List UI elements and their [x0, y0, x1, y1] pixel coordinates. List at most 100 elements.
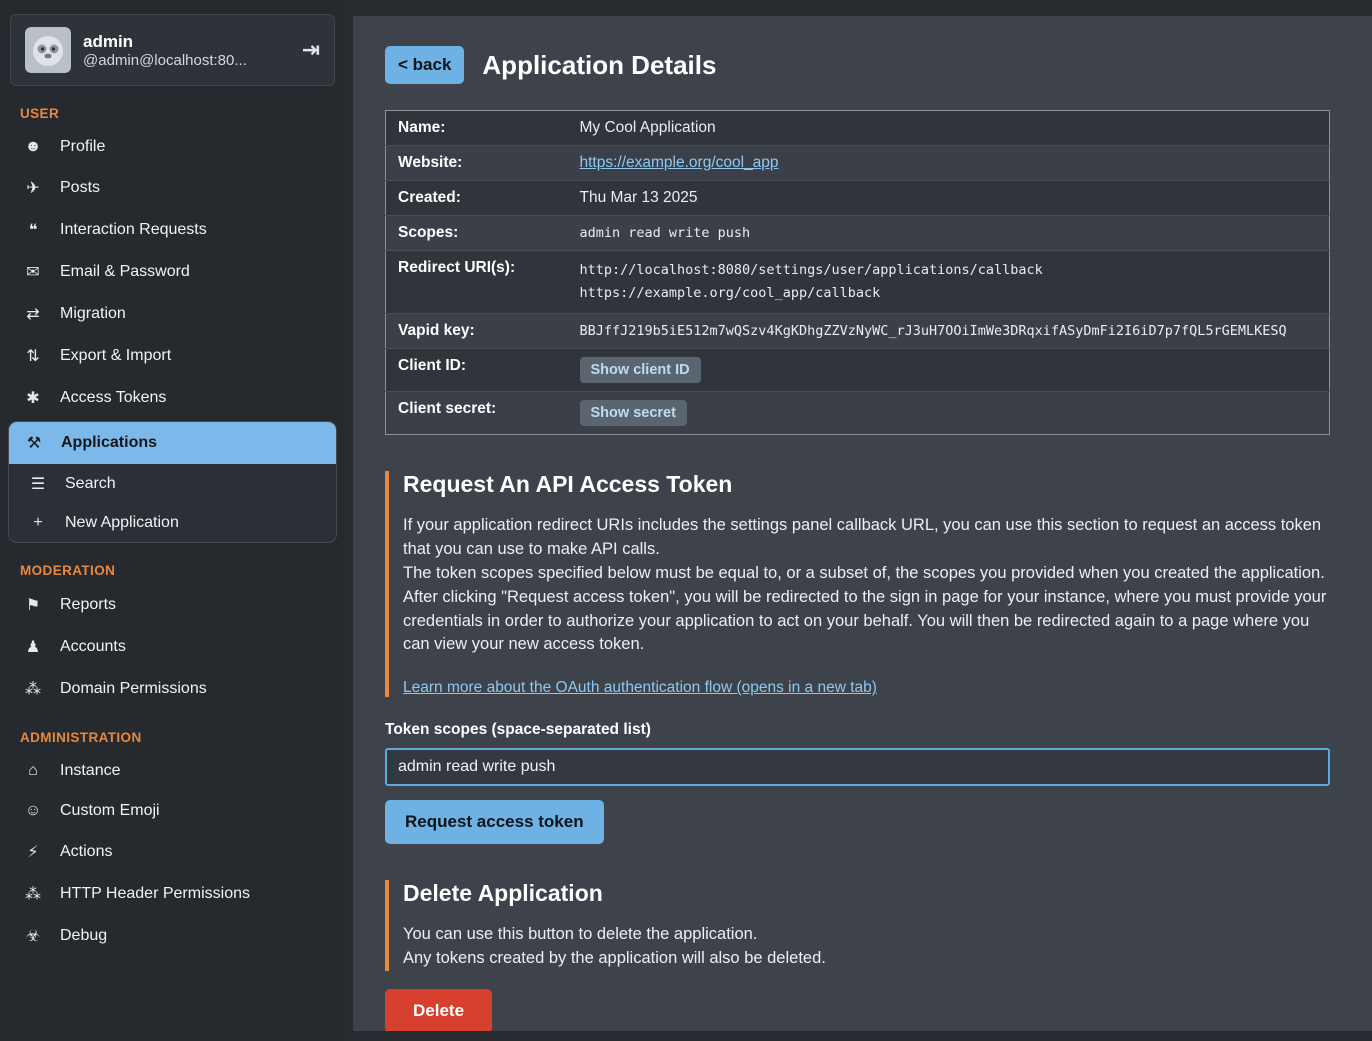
back-button[interactable]: < back	[385, 46, 464, 84]
row-value: admin read write push	[572, 216, 1330, 251]
sidebar-item-instance[interactable]: ⌂ Instance	[8, 751, 337, 791]
token-scopes-input[interactable]	[385, 748, 1330, 786]
request-access-token-button[interactable]: Request access token	[385, 800, 604, 844]
table-row-redirect-uris: Redirect URI(s): http://localhost:8080/s…	[386, 251, 1330, 314]
section-paragraph: After clicking "Request access token", y…	[403, 586, 1330, 658]
application-details-table: Name: My Cool Application Website: https…	[385, 110, 1330, 435]
row-label: Website:	[386, 146, 572, 181]
sidebar: admin @admin@localhost:80... ⇥ USER ☻ Pr…	[0, 0, 345, 1041]
user-name: admin	[83, 32, 247, 52]
oauth-docs-link[interactable]: Learn more about the OAuth authenticatio…	[403, 679, 877, 697]
user-handle: @admin@localhost:80...	[83, 52, 247, 69]
table-row-name: Name: My Cool Application	[386, 111, 1330, 146]
sidebar-item-new-application[interactable]: + New Application	[9, 504, 336, 542]
sidebar-item-email-password[interactable]: ✉ Email & Password	[8, 251, 337, 293]
table-row-scopes: Scopes: admin read write push	[386, 216, 1330, 251]
show-client-id-button[interactable]: Show client ID	[580, 357, 701, 383]
user-card[interactable]: admin @admin@localhost:80... ⇥	[10, 14, 335, 86]
row-label: Redirect URI(s):	[386, 251, 572, 314]
section-paragraph: The token scopes specified below must be…	[403, 562, 1330, 586]
sidebar-item-label: Search	[65, 475, 116, 493]
sidebar-item-reports[interactable]: ⚑ Reports	[8, 584, 337, 626]
sidebar-item-label: New Application	[65, 514, 179, 532]
sitemap-icon: ⌂	[22, 762, 44, 780]
row-value: http://localhost:8080/settings/user/appl…	[572, 251, 1330, 314]
sidebar-item-http-header-permissions[interactable]: ⁂ HTTP Header Permissions	[8, 873, 337, 915]
flag-icon: ⚑	[22, 595, 44, 615]
section-heading-user: USER	[20, 106, 325, 121]
sidebar-item-applications[interactable]: ⚒ Applications	[9, 422, 336, 464]
users-icon: ♟	[22, 637, 44, 657]
asterisk-icon: ✱	[22, 388, 44, 408]
sidebar-item-custom-emoji[interactable]: ☺ Custom Emoji	[8, 791, 337, 831]
applications-subnav: ☰ Search + New Application	[9, 464, 336, 542]
row-label: Client ID:	[386, 348, 572, 391]
sidebar-item-domain-permissions[interactable]: ⁂ Domain Permissions	[8, 668, 337, 710]
applications-group: ⚒ Applications ☰ Search + New Applicatio…	[8, 421, 337, 543]
row-label: Name:	[386, 111, 572, 146]
sidebar-item-interaction-requests[interactable]: ❝ Interaction Requests	[8, 209, 337, 251]
table-row-client-secret: Client secret: Show secret	[386, 391, 1330, 434]
sidebar-item-label: Applications	[61, 434, 157, 452]
profile-icon: ☻	[22, 138, 44, 156]
sidebar-item-label: Actions	[60, 843, 112, 861]
sidebar-item-label: Accounts	[60, 638, 126, 656]
sidebar-item-export-import[interactable]: ⇅ Export & Import	[8, 335, 337, 377]
sidebar-item-label: Domain Permissions	[60, 680, 207, 698]
table-row-created: Created: Thu Mar 13 2025	[386, 181, 1330, 216]
sidebar-item-label: HTTP Header Permissions	[60, 885, 250, 903]
arrows-icon: ⇄	[22, 304, 44, 324]
redirect-uri-line: http://localhost:8080/settings/user/appl…	[580, 259, 1322, 282]
sidebar-item-migration[interactable]: ⇄ Migration	[8, 293, 337, 335]
sidebar-item-posts[interactable]: ✈ Posts	[8, 167, 337, 209]
row-label: Client secret:	[386, 391, 572, 434]
logout-icon[interactable]: ⇥	[302, 37, 320, 63]
sidebar-item-label: Profile	[60, 138, 105, 156]
bug-icon: ☣	[22, 926, 44, 946]
sidebar-item-label: Export & Import	[60, 347, 171, 365]
sidebar-item-actions[interactable]: ⚡ Actions	[8, 831, 337, 873]
website-link[interactable]: https://example.org/cool_app	[580, 154, 779, 171]
row-value: My Cool Application	[572, 111, 1330, 146]
user-meta: admin @admin@localhost:80...	[83, 32, 247, 69]
section-paragraph: If your application redirect URIs includ…	[403, 514, 1330, 562]
sidebar-item-label: Debug	[60, 927, 107, 945]
table-row-vapid-key: Vapid key: BBJffJ219b5iE512m7wQSzv4KgKDh…	[386, 313, 1330, 348]
list-icon: ☰	[27, 474, 49, 494]
sidebar-item-applications-search[interactable]: ☰ Search	[9, 464, 336, 504]
sidebar-item-accounts[interactable]: ♟ Accounts	[8, 626, 337, 668]
plus-icon: +	[27, 514, 49, 532]
bolt-icon: ⚡	[22, 842, 44, 862]
save-icon: ⇅	[22, 346, 44, 366]
page-header: < back Application Details	[385, 46, 1330, 84]
sidebar-item-label: Email & Password	[60, 263, 190, 281]
section-title: Request An API Access Token	[403, 471, 1330, 498]
sidebar-item-label: Reports	[60, 596, 116, 614]
row-label: Scopes:	[386, 216, 572, 251]
table-row-client-id: Client ID: Show client ID	[386, 348, 1330, 391]
section-paragraph: Any tokens created by the application wi…	[403, 947, 1330, 971]
wrench-icon: ⚒	[23, 433, 45, 453]
section-heading-administration: ADMINISTRATION	[20, 730, 325, 745]
sidebar-item-label: Migration	[60, 305, 126, 323]
sidebar-item-debug[interactable]: ☣ Debug	[8, 915, 337, 957]
redirect-uri-line: https://example.org/cool_app/callback	[580, 282, 1322, 305]
comment-icon: ❝	[22, 220, 44, 240]
share-nodes-icon: ⁂	[22, 679, 44, 699]
main-content: < back Application Details Name: My Cool…	[353, 16, 1372, 1031]
sidebar-item-label: Access Tokens	[60, 389, 166, 407]
smiley-icon: ☺	[22, 802, 44, 820]
sidebar-item-label: Instance	[60, 762, 120, 780]
sidebar-item-label: Interaction Requests	[60, 221, 207, 239]
show-secret-button[interactable]: Show secret	[580, 400, 687, 426]
row-label: Vapid key:	[386, 313, 572, 348]
sidebar-item-profile[interactable]: ☻ Profile	[8, 127, 337, 167]
row-value: Thu Mar 13 2025	[572, 181, 1330, 216]
table-row-website: Website: https://example.org/cool_app	[386, 146, 1330, 181]
share-nodes-icon: ⁂	[22, 884, 44, 904]
token-scopes-label: Token scopes (space-separated list)	[385, 721, 1330, 739]
section-title: Delete Application	[403, 880, 1330, 907]
sidebar-item-access-tokens[interactable]: ✱ Access Tokens	[8, 377, 337, 419]
delete-button[interactable]: Delete	[385, 989, 492, 1031]
request-token-section: Request An API Access Token If your appl…	[385, 471, 1330, 698]
